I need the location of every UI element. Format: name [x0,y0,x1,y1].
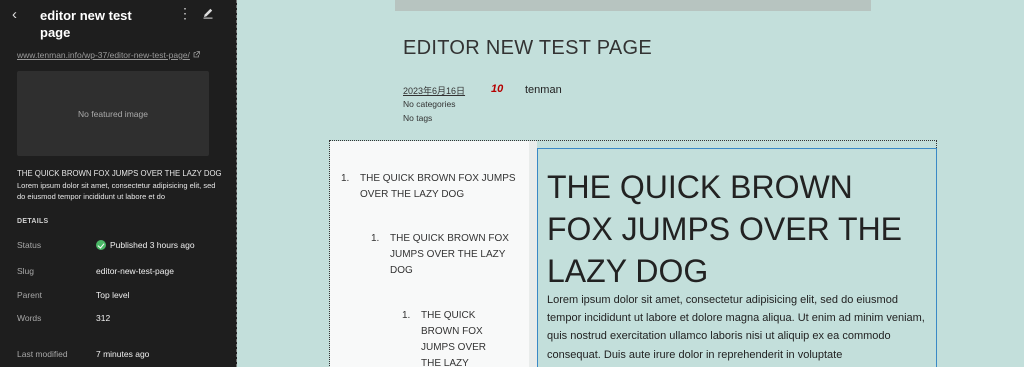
pencil-icon[interactable] [201,6,215,20]
list-item[interactable]: 1. THE QUICK BROWN FOX JUMPS OVER THE LA… [402,308,499,367]
post-categories: No categories [403,99,456,109]
featured-image-label: No featured image [78,108,148,119]
sidebar-panel: ‹ editor new test page ⋮ www.tenman.info… [0,0,237,367]
slug-label: Slug [17,266,35,276]
column-divider [529,141,537,367]
post-title[interactable]: EDITOR NEW TEST PAGE [403,37,652,60]
status-text: Published 3 hours ago [110,240,195,250]
parent-label: Parent [17,290,43,300]
heading-block[interactable]: THE QUICK BROWN FOX JUMPS OVER THE LAZY … [547,166,927,292]
list-item[interactable]: 1. THE QUICK BROWN FOX JUMPS OVER THE LA… [371,231,510,279]
page-url: www.tenman.info/wp-37/editor-new-test-pa… [17,50,190,60]
post-date[interactable]: 2023年6月16日 [403,84,465,97]
header-image-block[interactable] [395,0,871,11]
list-item[interactable]: 1. THE QUICK BROWN FOX JUMPS OVER THE LA… [341,171,520,203]
published-check-icon [96,240,106,250]
words-label: Words [17,313,42,323]
featured-image-placeholder[interactable]: No featured image [17,71,209,156]
post-author[interactable]: tenman [525,84,562,96]
excerpt-text: Lorem ipsum dolor sit amet, consectetur … [17,181,216,201]
date-badge: 10 [491,83,504,95]
words-value: 312 [96,313,111,323]
more-vertical-icon[interactable]: ⋮ [178,5,192,22]
list-number: 1. [402,310,411,321]
external-link-icon [193,50,200,60]
list-number: 1. [371,233,380,244]
details-heading: DETAILS [17,218,49,225]
page-title: editor new test page [40,8,132,40]
status-value[interactable]: Published 3 hours ago [96,240,195,250]
status-label: Status [17,240,42,250]
list-item-text: THE QUICK BROWN FOX JUMPS OVER THE LAZY … [360,173,516,200]
excerpt-title: THE QUICK BROWN FOX JUMPS OVER THE LAZY … [17,169,222,178]
last-modified-value: 7 minutes ago [96,349,150,359]
slug-value[interactable]: editor-new-test-page [96,266,174,276]
list-item-text: THE QUICK BROWN FOX JUMPS OVER THE LAZY … [390,233,509,276]
paragraph-block[interactable]: Lorem ipsum dolor sit amet, consectetur … [547,291,932,364]
post-tags: No tags [403,113,433,123]
last-modified-label: Last modified [17,349,68,359]
chevron-left-icon[interactable]: ‹ [12,6,17,23]
list-number: 1. [341,173,350,184]
page-url-link[interactable]: www.tenman.info/wp-37/editor-new-test-pa… [17,50,200,60]
list-item-text: THE QUICK BROWN FOX JUMPS OVER THE LAZY [421,310,487,367]
parent-value[interactable]: Top level [96,290,130,300]
editor-canvas: EDITOR NEW TEST PAGE 2023年6月16日 10 tenma… [238,0,1024,367]
